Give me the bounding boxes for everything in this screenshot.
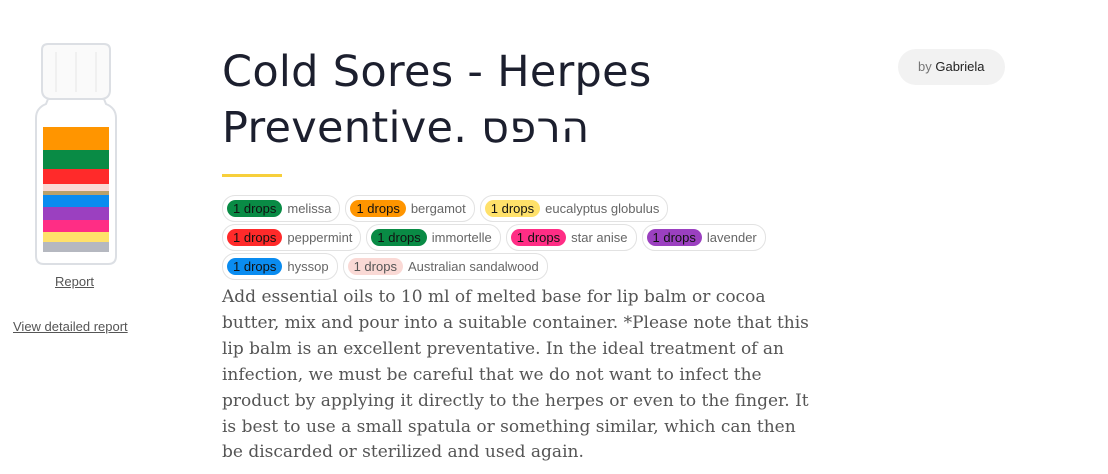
oil-layer	[43, 169, 109, 184]
bottle-oil-layers	[43, 127, 109, 252]
ingredient-tag[interactable]: 1 drops star anise	[505, 224, 637, 251]
ingredient-name: bergamot	[410, 201, 466, 216]
drops-pill: 1 drops	[227, 258, 283, 275]
oil-layer	[43, 207, 109, 220]
oil-layer	[43, 195, 109, 207]
ingredient-name: hyssop	[287, 259, 329, 274]
ingredient-tag[interactable]: 1 drops peppermint	[222, 224, 362, 251]
drops-pill: 1 drops	[227, 200, 283, 217]
ingredient-name: lavender	[706, 230, 757, 245]
oil-bottle-icon	[34, 42, 118, 268]
tag-row: 1 drops peppermint 1 drops immortelle 1 …	[222, 224, 822, 251]
recipe-description: Add essential oils to 10 ml of melted ba…	[222, 287, 809, 463]
tag-row: 1 drops melissa 1 drops bergamot 1 drops…	[222, 195, 822, 222]
drops-pill: 1 drops	[347, 258, 403, 275]
drops-pill: 1 drops	[350, 200, 406, 217]
ingredient-name: Australian sandalwood	[407, 259, 539, 274]
ingredient-tag[interactable]: 1 drops hyssop	[222, 253, 338, 280]
title-line-1: Cold Sores - Herpes	[222, 47, 652, 97]
ingredient-tag[interactable]: 1 drops immortelle	[366, 224, 501, 251]
ingredient-name: peppermint	[287, 230, 353, 245]
ingredient-tag[interactable]: 1 drops eucalyptus globulus	[479, 195, 669, 222]
page-title: Cold Sores - Herpes Preventive. הרפס	[222, 44, 742, 156]
drops-pill: 1 drops	[510, 229, 567, 246]
ingredient-name: eucalyptus globulus	[545, 201, 660, 216]
report-link[interactable]: Report	[55, 274, 94, 289]
oil-layer	[43, 127, 109, 150]
author-badge[interactable]: by Gabriela	[898, 49, 1005, 85]
ingredient-tag[interactable]: 1 drops lavender	[641, 224, 766, 251]
drops-pill: 1 drops	[371, 229, 427, 246]
drops-pill: 1 drops	[646, 229, 702, 246]
drops-pill: 1 drops	[227, 229, 283, 246]
view-detailed-report-link[interactable]: View detailed report	[13, 319, 128, 334]
ingredient-name: immortelle	[431, 230, 492, 245]
author-name: Gabriela	[935, 59, 985, 74]
drops-pill: 1 drops	[484, 200, 541, 217]
ingredient-tag[interactable]: 1 drops melissa	[222, 195, 341, 222]
title-line-2: Preventive. הרפס	[222, 103, 590, 153]
oil-layer	[43, 232, 109, 242]
ingredient-name: star anise	[571, 230, 628, 245]
oil-layer	[43, 242, 109, 252]
oil-layer	[43, 220, 109, 232]
title-divider	[222, 174, 282, 177]
ingredient-tag[interactable]: 1 drops bergamot	[345, 195, 475, 222]
ingredient-name: melissa	[287, 201, 332, 216]
ingredient-tags: 1 drops melissa 1 drops bergamot 1 drops…	[222, 195, 822, 282]
author-prefix: by	[918, 59, 932, 74]
ingredient-tag[interactable]: 1 drops Australian sandalwood	[342, 253, 548, 280]
oil-layer	[43, 184, 109, 191]
oil-layer	[43, 150, 109, 169]
tag-row: 1 drops hyssop 1 drops Australian sandal…	[222, 253, 822, 280]
